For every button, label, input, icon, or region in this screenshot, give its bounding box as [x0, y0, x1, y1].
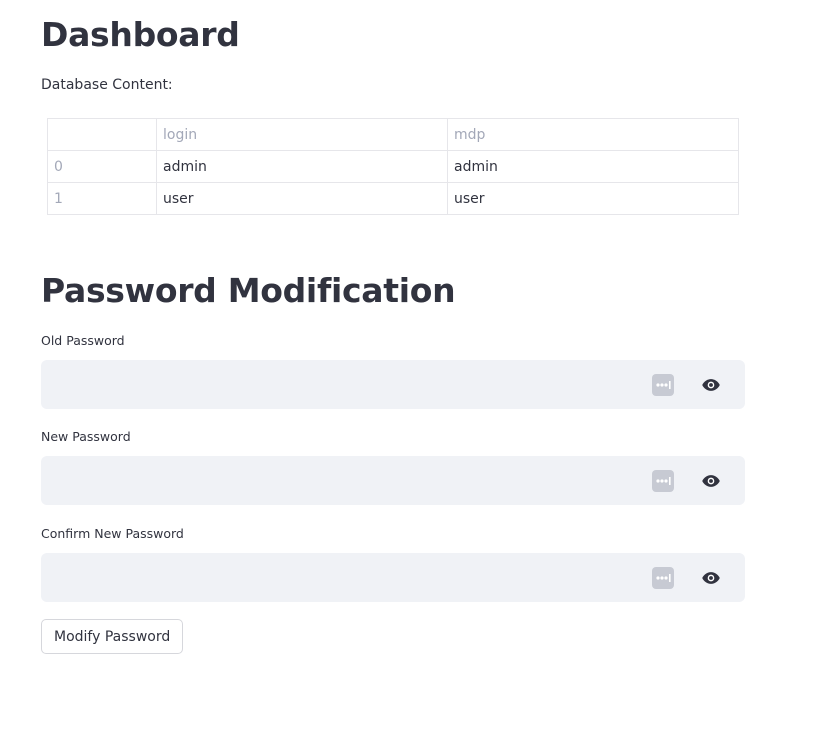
password-manager-icon[interactable] [652, 374, 674, 396]
old-password-label: Old Password [41, 333, 125, 348]
new-password-label: New Password [41, 429, 131, 444]
password-manager-icon[interactable] [652, 470, 674, 492]
eye-icon[interactable] [701, 471, 721, 491]
table-header-login: login [156, 118, 448, 151]
database-table: login mdp 0 admin admin 1 user user [47, 118, 739, 215]
eye-icon[interactable] [701, 568, 721, 588]
table-header-index [47, 118, 157, 151]
table-cell-index: 0 [47, 150, 157, 183]
old-password-field [41, 360, 745, 409]
confirm-password-field [41, 553, 745, 602]
table-header-mdp: mdp [447, 118, 739, 151]
table-cell-index: 1 [47, 182, 157, 215]
table-cell-mdp: user [447, 182, 739, 215]
table-cell-mdp: admin [447, 150, 739, 183]
confirm-password-input[interactable] [41, 553, 641, 602]
password-manager-icon[interactable] [652, 567, 674, 589]
modify-password-button[interactable]: Modify Password [41, 619, 184, 654]
table-cell-login: admin [156, 150, 448, 183]
confirm-password-label: Confirm New Password [41, 526, 184, 541]
password-modification-title: Password Modification [41, 271, 456, 310]
table-row: 1 user user [47, 182, 739, 215]
table-row: 0 admin admin [47, 150, 739, 183]
dashboard-title: Dashboard [41, 15, 240, 54]
database-content-label: Database Content: [41, 77, 173, 93]
table-header-row: login mdp [47, 118, 739, 151]
eye-icon[interactable] [701, 375, 721, 395]
old-password-input[interactable] [41, 360, 641, 409]
new-password-input[interactable] [41, 456, 641, 505]
new-password-field [41, 456, 745, 505]
table-cell-login: user [156, 182, 448, 215]
